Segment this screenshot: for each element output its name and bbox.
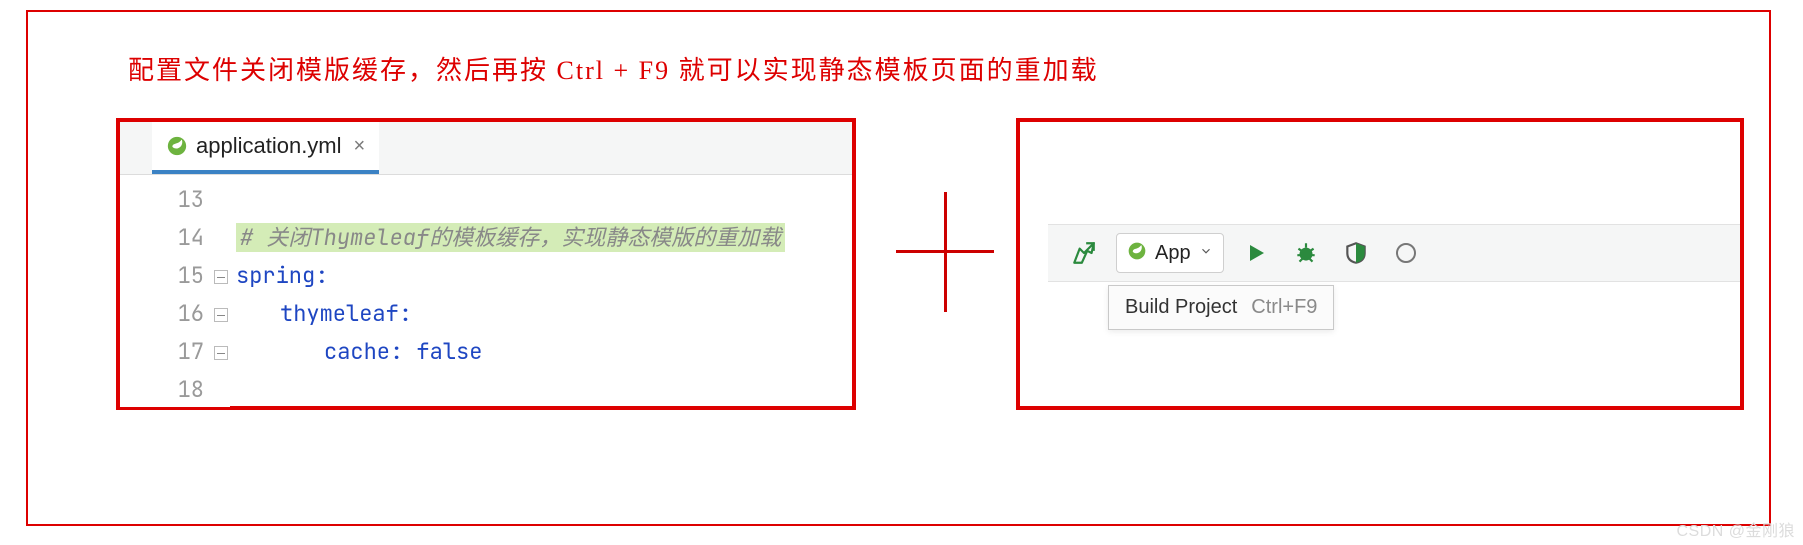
spring-file-icon <box>166 135 188 157</box>
code-line <box>236 371 852 409</box>
code-line: spring: <box>236 257 852 295</box>
fold-icon[interactable] <box>214 270 228 284</box>
fold-icon[interactable] <box>214 308 228 322</box>
tooltip-shortcut: Ctrl+F9 <box>1251 296 1317 319</box>
code-line: thymeleaf: <box>236 295 852 333</box>
code-area[interactable]: # 关闭Thymeleaf的模板缓存，实现静态模版的重加载 spring: th… <box>230 175 852 407</box>
editor-tab-bar: application.yml × <box>120 122 852 175</box>
run-config-label: App <box>1155 242 1191 265</box>
tooltip-label: Build Project <box>1125 296 1237 319</box>
line-number: 15 <box>120 257 230 295</box>
line-number: 14 <box>120 219 230 257</box>
editor-tab[interactable]: application.yml × <box>152 122 379 174</box>
code-line <box>236 181 852 219</box>
line-number: 17 <box>120 333 230 371</box>
toolbar-annotation-box: App Build Project Ctrl+F9 <box>1016 118 1744 410</box>
profiler-button[interactable] <box>1388 235 1424 271</box>
editor-tab-label: application.yml <box>196 133 342 159</box>
gutter: 13 14 15 16 17 18 <box>120 175 230 407</box>
coverage-button[interactable] <box>1338 235 1374 271</box>
build-tooltip: Build Project Ctrl+F9 <box>1108 285 1334 330</box>
run-button[interactable] <box>1238 235 1274 271</box>
main-toolbar: App <box>1048 224 1740 282</box>
line-number: 13 <box>120 181 230 219</box>
editor-body[interactable]: 13 14 15 16 17 18 # 关闭Thymeleaf的模板缓存，实现静… <box>120 175 852 407</box>
line-number: 18 <box>120 371 230 409</box>
code-line-comment: # 关闭Thymeleaf的模板缓存，实现静态模版的重加载 <box>236 219 852 257</box>
editor-annotation-box: application.yml × 13 14 15 16 17 18 # 关闭… <box>116 118 856 410</box>
chevron-down-icon <box>1199 244 1213 263</box>
spring-file-icon <box>1127 241 1147 266</box>
annotation-text: 配置文件关闭模版缓存，然后再按 Ctrl + F9 就可以实现静态模板页面的重加… <box>128 50 1099 87</box>
run-config-selector[interactable]: App <box>1116 233 1224 273</box>
outer-annotation-box: 配置文件关闭模版缓存，然后再按 Ctrl + F9 就可以实现静态模板页面的重加… <box>26 10 1771 526</box>
close-icon[interactable]: × <box>350 135 366 158</box>
code-line: cache: false <box>236 333 852 371</box>
debug-button[interactable] <box>1288 235 1324 271</box>
build-button[interactable] <box>1066 235 1102 271</box>
plus-annotation <box>896 192 994 312</box>
watermark: CSDN @金刚狼 <box>1676 517 1795 541</box>
line-number: 16 <box>120 295 230 333</box>
fold-icon[interactable] <box>214 346 228 360</box>
